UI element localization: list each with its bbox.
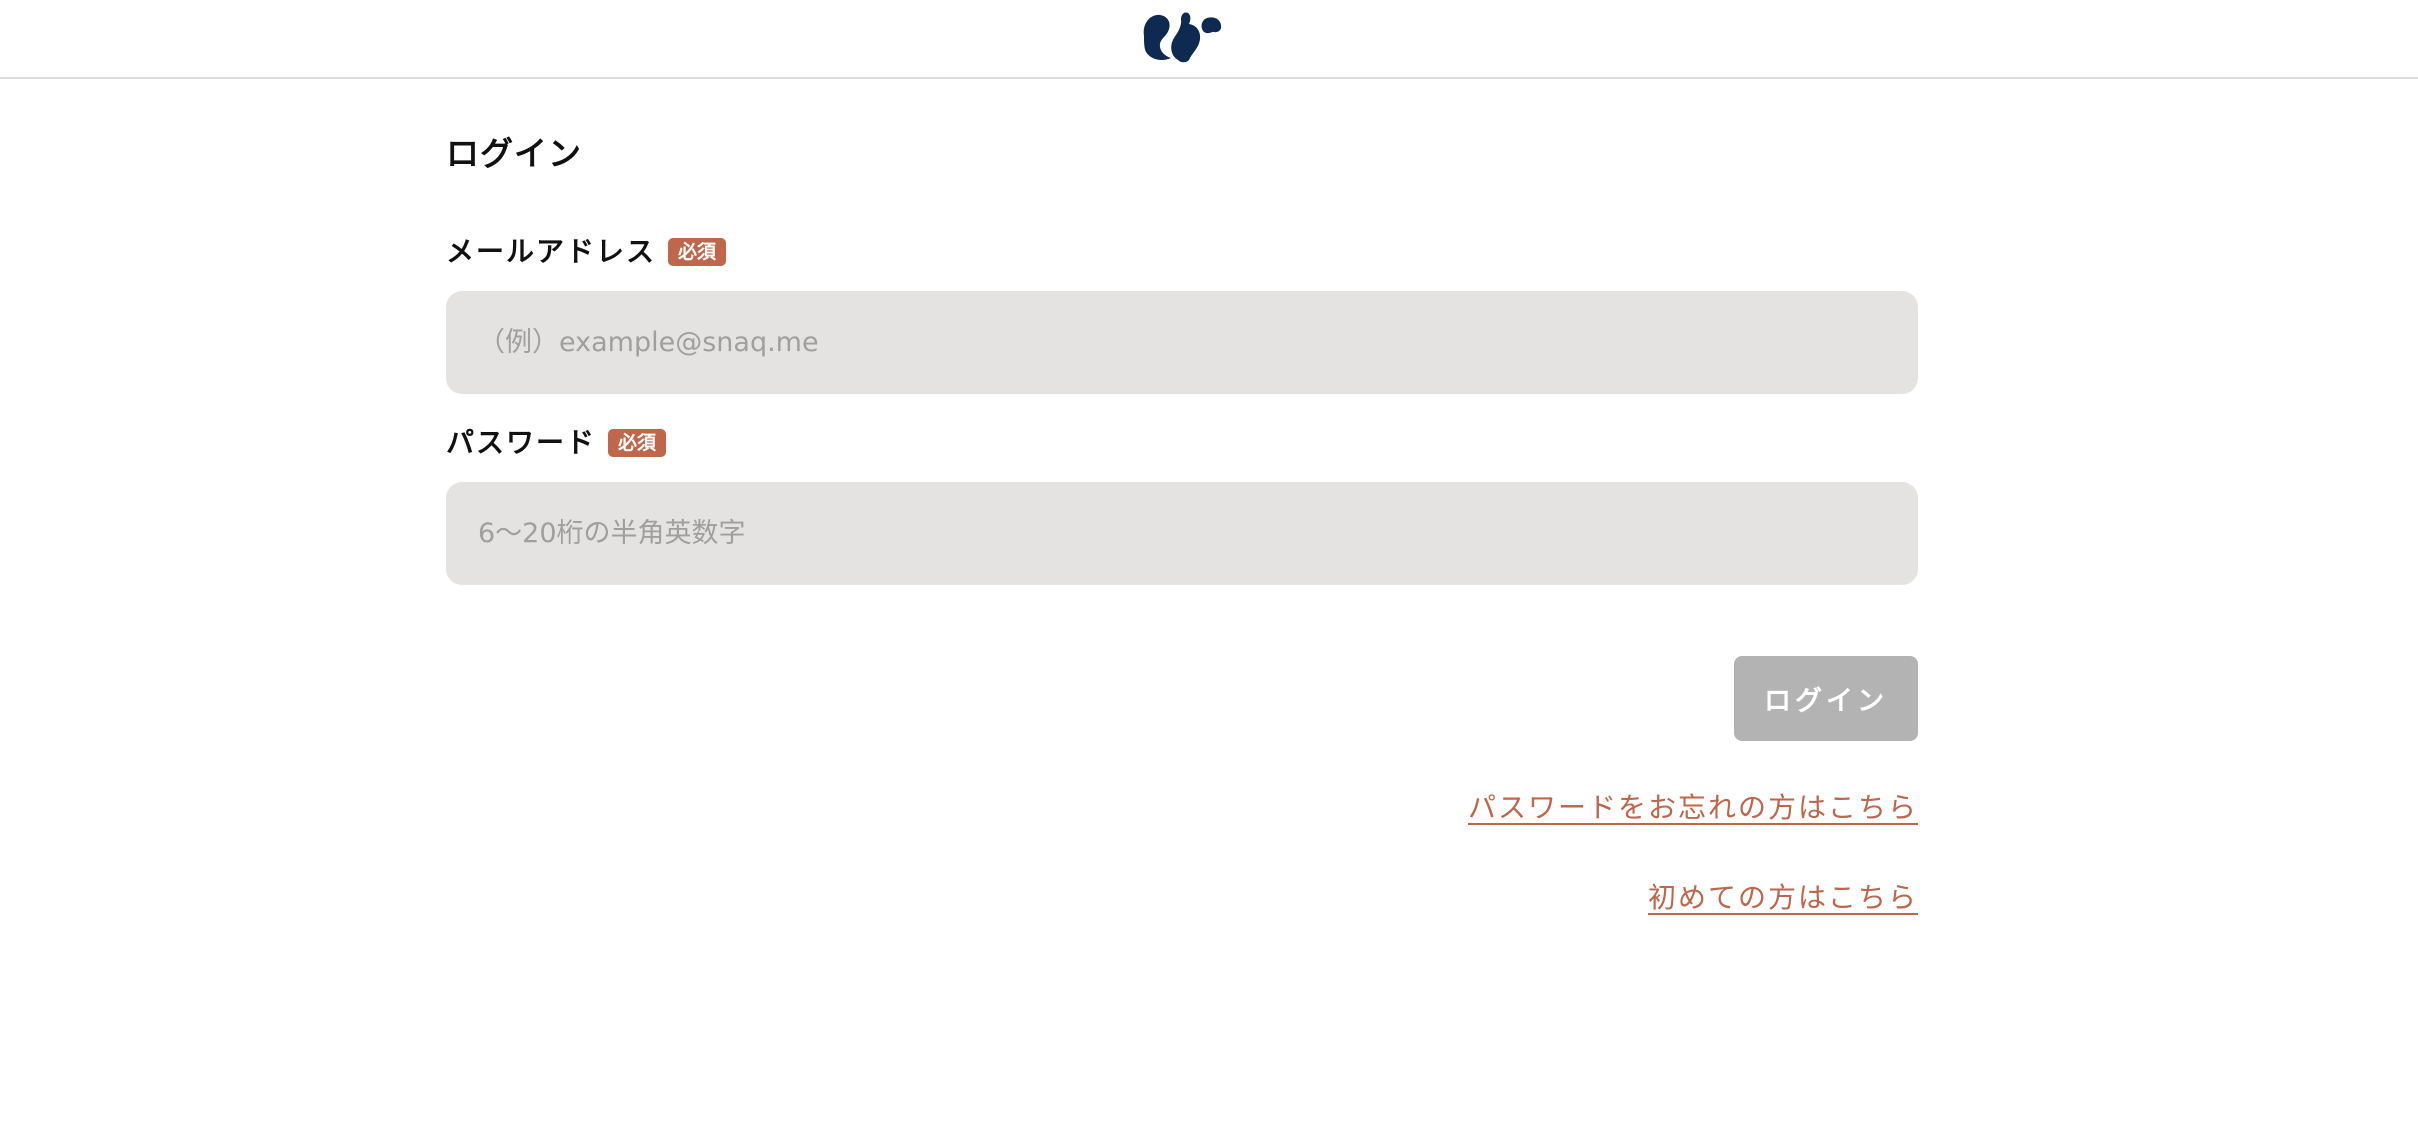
password-label-row: パスワード 必須 [446,423,667,463]
login-button[interactable]: ログイン [1734,656,1918,741]
password-label: パスワード [446,426,597,459]
first-time-link[interactable]: 初めての方はこちら [1648,878,1918,918]
email-label: メールアドレス [446,235,657,268]
email-label-row: メールアドレス 必須 [446,232,727,272]
page-title: ログイン [446,134,582,173]
password-input[interactable] [446,482,1918,585]
forgot-password-link[interactable]: パスワードをお忘れの方はこちら [1468,788,1918,828]
email-required-badge: 必須 [668,238,727,266]
password-required-badge: 必須 [608,429,667,457]
site-header [0,0,2418,79]
email-input[interactable] [446,291,1918,394]
squirrel-logo-icon[interactable] [1138,6,1224,64]
